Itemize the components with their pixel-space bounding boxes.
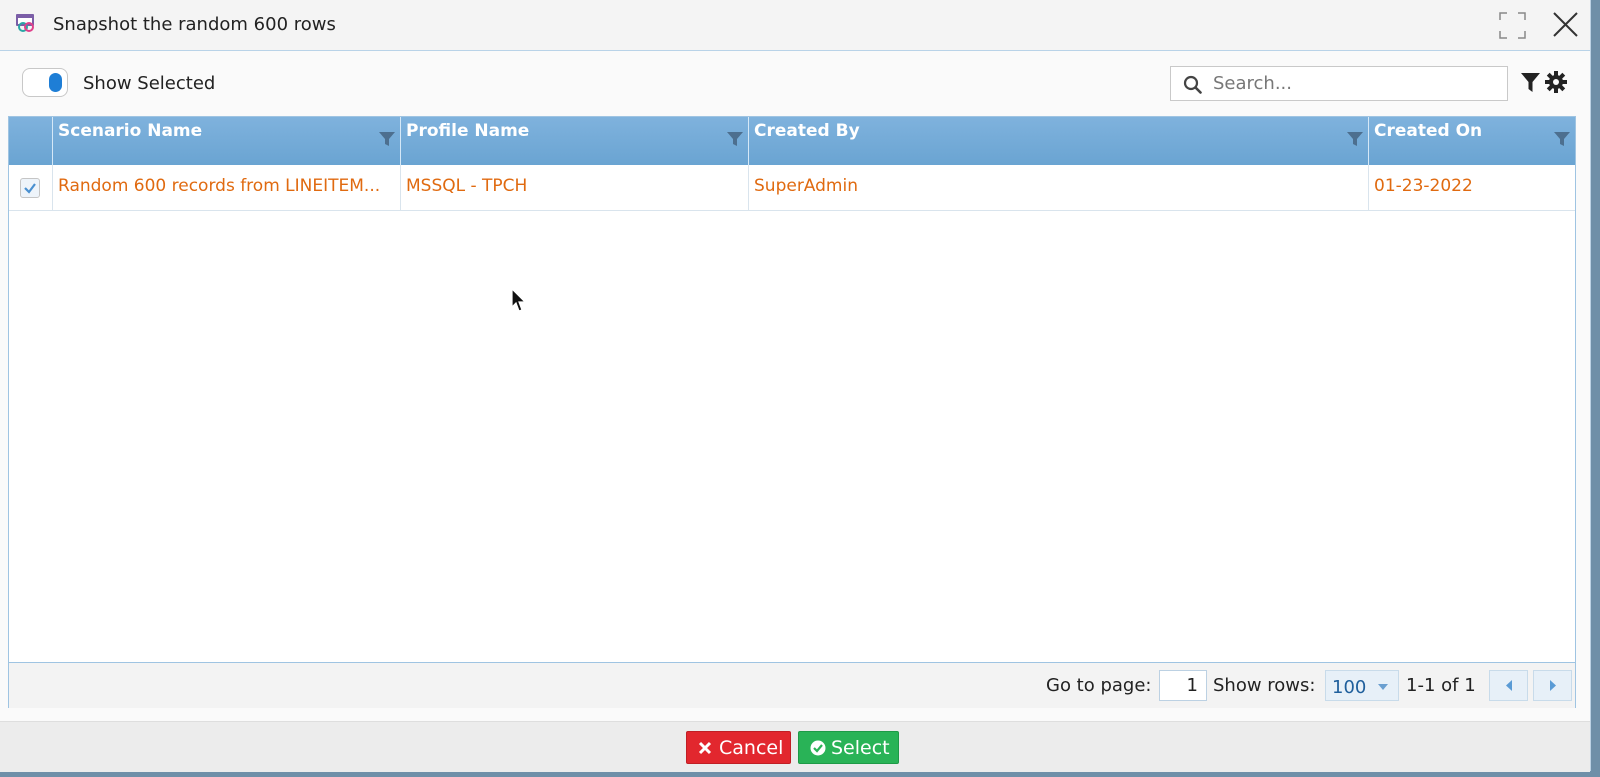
mouse-cursor-icon — [511, 288, 527, 312]
rows-per-page-value: 100 — [1332, 677, 1367, 698]
dialog-content: Show Selected Search... Scenario Name Pr… — [0, 51, 1590, 721]
table-row[interactable]: Random 600 records from LINEITEM... MSSQ… — [9, 165, 1575, 211]
maximize-icon[interactable] — [1499, 12, 1526, 39]
search-box[interactable] — [1170, 66, 1508, 101]
search-input[interactable] — [1213, 67, 1498, 100]
cell-created-on[interactable]: 01-23-2022 — [1368, 165, 1575, 210]
column-filter-icon[interactable] — [379, 131, 395, 147]
grid-header: Scenario Name Profile Name Created By Cr… — [9, 117, 1575, 165]
header-created-by[interactable]: Created By — [748, 117, 1368, 165]
header-label: Created By — [754, 121, 860, 141]
cell-created-by[interactable]: SuperAdmin — [748, 165, 1368, 210]
dialog-titlebar: Snapshot the random 600 rows — [0, 0, 1590, 51]
close-x-icon — [698, 741, 712, 755]
check-circle-icon — [810, 740, 826, 756]
rows-per-page-select[interactable]: 100 — [1325, 670, 1399, 701]
cell-profile-name[interactable]: MSSQL - TPCH — [400, 165, 748, 210]
scenario-grid: Scenario Name Profile Name Created By Cr… — [8, 116, 1576, 708]
header-label: Scenario Name — [58, 121, 203, 141]
page-number-input[interactable] — [1159, 670, 1207, 701]
select-label: Select — [831, 737, 890, 759]
toggle-knob — [49, 73, 62, 92]
prev-page-button[interactable] — [1489, 670, 1528, 701]
show-selected-label: Show Selected — [83, 73, 216, 94]
page-range-text: 1-1 of 1 — [1406, 675, 1476, 696]
header-profile-name[interactable]: Profile Name — [400, 117, 748, 165]
column-filter-icon[interactable] — [1347, 131, 1363, 147]
column-filter-icon[interactable] — [1554, 131, 1570, 147]
filter-icon[interactable] — [1521, 73, 1540, 93]
header-label: Created On — [1374, 121, 1483, 141]
go-to-page-label: Go to page: — [1046, 675, 1152, 696]
row-select-cell[interactable] — [9, 165, 52, 210]
chevron-down-icon — [1378, 684, 1388, 690]
header-label: Profile Name — [406, 121, 530, 141]
header-scenario-name[interactable]: Scenario Name — [52, 117, 400, 165]
dialog-title: Snapshot the random 600 rows — [53, 14, 336, 35]
snapshot-dialog: Snapshot the random 600 rows Show Select… — [0, 0, 1591, 772]
header-select-column[interactable] — [9, 117, 52, 165]
grid-pager: Go to page: Show rows: 100 1-1 of 1 — [9, 662, 1575, 708]
header-created-on[interactable]: Created On — [1368, 117, 1575, 165]
checkmark-icon — [24, 183, 36, 194]
snapshot-link-icon — [16, 14, 34, 32]
search-icon — [1183, 75, 1202, 94]
show-rows-label: Show rows: — [1213, 675, 1316, 696]
dialog-actions: Cancel Select — [0, 721, 1590, 772]
close-icon[interactable] — [1552, 11, 1579, 38]
cancel-button[interactable]: Cancel — [686, 731, 791, 764]
chevron-right-icon — [1550, 680, 1556, 691]
row-checkbox[interactable] — [20, 178, 40, 198]
next-page-button[interactable] — [1533, 670, 1572, 701]
select-button[interactable]: Select — [798, 731, 899, 764]
column-filter-icon[interactable] — [727, 131, 743, 147]
chevron-left-icon — [1506, 680, 1512, 691]
settings-icon[interactable] — [1545, 71, 1567, 93]
cell-scenario-name[interactable]: Random 600 records from LINEITEM... — [52, 165, 400, 210]
cancel-label: Cancel — [719, 737, 784, 759]
show-selected-toggle[interactable] — [22, 68, 68, 97]
